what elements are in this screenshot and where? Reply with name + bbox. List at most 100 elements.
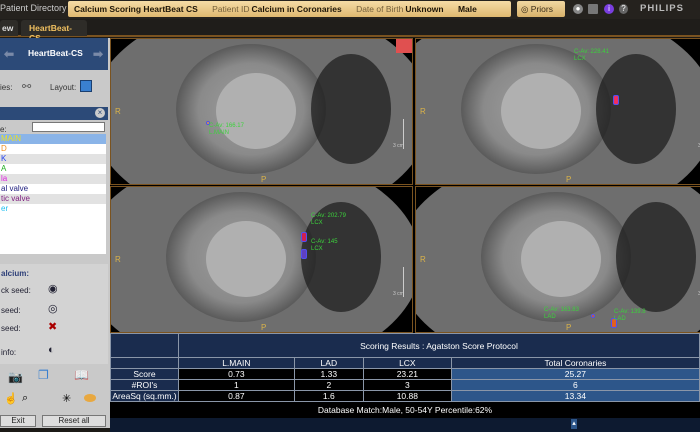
lesion-annotation: C-Av: 163.83 LAD xyxy=(544,307,579,321)
protocol-title[interactable]: HeartBeat-CS xyxy=(28,48,83,58)
scale-bar xyxy=(403,267,404,297)
priors-label: Priors xyxy=(530,4,553,14)
artery-list-item[interactable]: la xyxy=(0,174,106,184)
table-cell: 2 xyxy=(293,379,364,391)
reset-all-button[interactable]: Reset all xyxy=(42,415,106,427)
orientation-posterior: P xyxy=(566,175,572,184)
annotation-artery: LAD xyxy=(614,316,626,322)
book-tool-icon[interactable]: 📖 xyxy=(74,368,89,382)
row-label: #ROI's xyxy=(110,379,179,391)
lesion-annotation: C-Av: 228.41 LCX xyxy=(574,49,609,63)
exit-button[interactable]: Exit xyxy=(0,415,36,427)
annotation-artery: LAD xyxy=(544,314,556,320)
artery-list-item[interactable]: K xyxy=(0,154,106,164)
arrow-left-icon[interactable]: ⬅ xyxy=(4,47,14,61)
annotation-value: C-Av: 202.79 xyxy=(311,213,346,219)
corner-cell xyxy=(110,357,179,369)
viewport-grid: C-Av: 166.17 L.MAIN R P 3 cm C-Av: 228.41 L… xyxy=(110,38,700,333)
protocol-nav: ⬅ HeartBeat-CS ➡ xyxy=(0,38,108,70)
artery-list-item[interactable]: al valve xyxy=(0,184,106,194)
orientation-right: R xyxy=(115,107,121,116)
help-icon[interactable]: ? xyxy=(619,4,628,14)
tab-previous[interactable]: ew xyxy=(0,20,18,36)
ct-viewport[interactable]: C-Av: 166.17 L.MAIN R P 3 cm xyxy=(110,38,413,185)
artery-list-item[interactable]: er xyxy=(0,204,106,214)
ct-viewport[interactable]: C-Av: 202.79 LCX C-Av: 145 LCX R P 3 cm xyxy=(110,186,413,333)
table-row: #ROI's 1 2 3 6 xyxy=(110,379,700,391)
annotation-value: C-Av: 166.17 xyxy=(209,123,244,129)
zoom-tool-icon[interactable]: ⌕ xyxy=(22,392,28,405)
ct-image xyxy=(111,39,412,184)
ct-viewport[interactable]: C-Av: 163.83LADC-Av: 139.8LADR P 3 cm xyxy=(415,186,700,333)
layout-grid-icon[interactable] xyxy=(80,80,92,92)
remove-seed-icon[interactable]: ✖ xyxy=(48,320,57,333)
table-cell: 3 xyxy=(362,379,452,391)
orientation-right: R xyxy=(420,255,426,264)
link-icon[interactable]: ⚯ xyxy=(22,80,31,93)
artery-list-item[interactable]: A xyxy=(0,164,106,174)
orientation-posterior: P xyxy=(566,323,572,332)
corner-cell xyxy=(110,333,179,358)
orientation-posterior: P xyxy=(261,323,267,332)
sparkle-tool-icon[interactable]: ✳ xyxy=(62,392,71,405)
camera-tool-icon[interactable]: 📷 xyxy=(8,370,23,384)
artery-list-item[interactable]: tic valve xyxy=(0,194,106,204)
table-cell: 6 xyxy=(450,379,700,391)
tab-heartbeat-cs[interactable]: HeartBeat-CS xyxy=(21,20,87,43)
camera-icon[interactable]: ● xyxy=(573,4,583,14)
seed3-label: seed: xyxy=(1,324,21,333)
patient-directory-link[interactable]: Patient Directory xyxy=(0,3,67,13)
hand-tool-icon[interactable]: ☝ xyxy=(4,392,18,405)
table-cell: 1.33 xyxy=(293,368,364,380)
calcium-lesion-marker[interactable] xyxy=(301,232,307,242)
scroll-bar[interactable]: ▴ xyxy=(110,418,700,432)
annotation-value: C-Av: 145 xyxy=(311,239,338,245)
arrow-right-icon[interactable]: ➡ xyxy=(93,47,103,61)
close-icon[interactable]: × xyxy=(95,108,105,118)
ct-viewport[interactable]: C-Av: 228.41LCXR P 3 cm xyxy=(415,38,700,185)
priors-button[interactable]: ◎ Priors xyxy=(517,1,565,17)
annotation-artery: LCX xyxy=(311,220,323,226)
layout-label: Layout: xyxy=(50,83,77,92)
name-input[interactable] xyxy=(32,122,105,132)
calcium-lesion-marker[interactable] xyxy=(613,95,619,105)
app-title: Calcium Scoring HeartBeat CS xyxy=(74,4,198,14)
row-label: AreaSq (sq.mm.) xyxy=(110,390,179,402)
philips-logo: PHILIPS xyxy=(640,3,684,14)
calcium-lesion-marker[interactable] xyxy=(591,314,595,318)
sex: Male xyxy=(457,4,477,14)
table-cell: 10.88 xyxy=(362,390,452,402)
copy-tool-icon[interactable]: ❐ xyxy=(38,368,49,382)
column-header: L.MAIN xyxy=(178,357,295,369)
lesion-annotation: C-Av: 166.17 L.MAIN xyxy=(209,123,244,137)
lesion-annotation: C-Av: 139.8 LAD xyxy=(614,309,646,323)
calcium-title: alcium: xyxy=(1,269,30,278)
annotation-artery: LCX xyxy=(311,246,323,252)
calcium-tools: alcium: ck seed: seed: seed: info: ◉ ◎ ✖… xyxy=(0,264,108,364)
info-icon[interactable]: ◐ xyxy=(48,344,55,356)
windows-icon[interactable] xyxy=(588,4,598,14)
seed-click-icon[interactable]: ◉ xyxy=(48,282,58,295)
orientation-right: R xyxy=(420,107,426,116)
info-icon[interactable]: i xyxy=(604,4,614,14)
column-header: Total Coronaries xyxy=(450,357,700,369)
annotation-artery: LCX xyxy=(574,56,586,62)
orientation-posterior: P xyxy=(261,175,267,184)
scale-bar xyxy=(403,119,404,149)
annotation-value: C-Av: 139.8 xyxy=(614,309,646,315)
lesion-annotation: C-Av: 202.79 LCX xyxy=(311,213,346,227)
row-label: Score xyxy=(110,368,179,380)
patient-id: Calcium in Coronaries xyxy=(251,4,342,14)
artery-list-item[interactable]: MAIN xyxy=(0,134,106,144)
table-cell: 23.21 xyxy=(362,368,452,380)
tab-row: ew HeartBeat-CS xyxy=(0,19,700,43)
left-panel: ⬅ HeartBeat-CS ➡ ies: ⚯ Layout: × e: MAI… xyxy=(0,38,110,428)
table-row: Score 0.73 1.33 23.21 25.27 xyxy=(110,368,700,380)
bean-tool-icon[interactable] xyxy=(84,394,96,402)
calcium-lesion-marker[interactable] xyxy=(301,249,307,259)
info-label: info: xyxy=(1,348,17,357)
table-cell: 13.34 xyxy=(450,390,700,402)
artery-list: MAIN D K Ala al valve tic valve er xyxy=(0,134,106,254)
seed-icon[interactable]: ◎ xyxy=(48,302,58,315)
artery-list-item[interactable]: D xyxy=(0,144,106,154)
